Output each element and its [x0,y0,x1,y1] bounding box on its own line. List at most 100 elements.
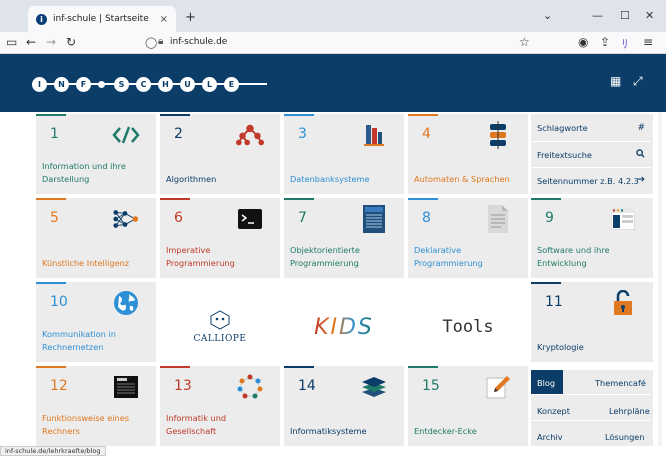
navigation-bar: ▭ ← → ↻ ◯ 🔒︎ inf-schule.de ☆ ◉ ⇪ ﾘ ≡ [0,32,666,54]
bookmark-star-icon[interactable]: ☆ [519,35,530,49]
logo-letter: U [180,76,195,92]
topic-card-6[interactable]: 6 Imperative Programmierung [160,198,280,278]
people-circle-icon [236,374,264,400]
back-icon[interactable]: ← [26,35,36,49]
card-accent [408,366,438,368]
card-label: Kommunikation in Rechnernetzen [42,329,116,352]
page-number-search-input[interactable]: Seitennummer z.B. 4.2.3 [537,176,639,186]
card-label: Informatik und Gesellschaft [166,413,227,436]
topic-card-1[interactable]: 1 Information und ihre Darstellung [36,114,156,194]
site-favicon-icon: i [36,13,47,25]
network-icon [112,206,140,232]
sidebar-toggle-icon[interactable]: ▭ [6,35,17,49]
card-number: 9 [545,210,554,226]
card-number: 8 [422,210,431,226]
address-field[interactable]: inf-schule.de [170,37,227,47]
logo-dot [98,80,105,88]
layers-icon [360,374,388,400]
topic-card-11[interactable]: 11 Kryptologie [531,282,653,362]
tools-tile[interactable]: Tools [408,290,528,364]
card-accent [531,282,561,284]
terminal-icon [236,206,264,232]
loesungen-link[interactable]: Lösungen [605,432,645,442]
close-window-icon[interactable]: ✕ [645,9,654,22]
separator [531,394,651,395]
topic-card-14[interactable]: 14 Informatiksysteme [284,366,404,446]
topic-card-3[interactable]: 3 Datenbanksysteme [284,114,404,194]
separator [531,141,651,142]
card-label: Entdecker-Ecke [414,426,477,436]
card-label: Objektorientierte Programmierung [290,245,360,268]
lock-icon: 🔒︎ [158,36,164,47]
topic-card-13[interactable]: 13 Informatik und Gesellschaft [160,366,280,446]
forward-icon[interactable]: → [46,35,56,49]
tools-label: Tools [442,317,494,337]
inf-schule-logo[interactable]: I N F S C H U L E [32,74,267,94]
class-diagram-icon [360,205,388,233]
page-scrollbar[interactable] [658,112,662,446]
qr-code-icon[interactable]: ▦ [610,74,621,88]
topic-card-10[interactable]: 10 Kommunikation in Rechnernetzen [36,282,156,362]
card-label: Informatiksysteme [290,426,367,436]
arrow-right-icon[interactable]: ➔ [637,175,645,185]
calliope-tile[interactable]: CALLIOPE [160,290,280,364]
lehrplaene-link[interactable]: Lehrpläne [609,406,650,416]
card-number: 5 [50,210,59,226]
automaton-icon [484,121,512,149]
tree-icon [236,122,264,148]
themencafe-link[interactable]: Themencafé [595,378,646,388]
logo-letter: E [224,76,239,92]
topic-card-4[interactable]: 4 Automaten & Sprachen [408,114,528,194]
archiv-link[interactable]: Archiv [537,432,563,442]
card-accent [160,114,190,116]
maximize-icon[interactable]: ☐ [620,9,630,22]
calliope-label: CALLIOPE [193,334,247,344]
separator [531,420,651,421]
reload-icon[interactable]: ↻ [66,35,76,49]
konzept-link[interactable]: Konzept [537,406,570,416]
search-icon [636,149,645,161]
keyword-search-link[interactable]: Schlagworte [537,123,588,133]
search-extension-icon[interactable]: ﾘ [622,35,628,52]
logo-letter: L [202,76,217,92]
logo-letter: I [32,76,47,92]
new-tab-button[interactable]: + [185,10,196,25]
card-number: 14 [298,378,316,394]
fulltext-search-link[interactable]: Freitextsuche [537,150,592,160]
tab-close-icon[interactable]: × [160,14,168,25]
card-label: Funktionsweise eines Rechners [42,413,130,436]
share-icon[interactable]: ⇪ [600,35,610,49]
tab-list-chevron-icon[interactable]: ⌄ [543,9,552,22]
logo-letter: S [114,76,129,92]
topic-card-12[interactable]: 12 Funktionsweise eines Rechners [36,366,156,446]
document-icon [484,205,512,233]
card-number: 11 [545,294,563,310]
extension-icon[interactable]: ◉ [578,35,588,49]
card-label: Deklarative Programmierung [414,245,483,268]
shield-icon[interactable]: ◯ [145,36,157,49]
card-accent [531,198,561,200]
pencil-icon [484,374,512,400]
chip-icon [112,374,140,400]
separator [531,167,651,168]
topic-card-8[interactable]: 8 Deklarative Programmierung [408,198,528,278]
blog-link[interactable]: Blog [537,378,555,388]
topic-card-5[interactable]: 5 Künstliche Intelligenz [36,198,156,278]
logo-letter: H [158,76,173,92]
status-bar-url: inf-schule.de/lehrkraefte/blog [0,446,106,456]
card-label: Algorithmen [166,174,217,184]
browser-tab[interactable]: i inf-schule | Startseite × [28,6,176,32]
card-accent [284,114,314,116]
menu-icon[interactable]: ≡ [643,35,653,49]
kids-tile[interactable]: KIDS [284,290,404,364]
topic-card-15[interactable]: 15 Entdecker-Ecke [408,366,528,446]
hashtag-icon: # [637,123,645,133]
topic-card-9[interactable]: 9 Software und ihre Entwicklung [531,198,653,278]
topic-card-7[interactable]: 7 Objektorientierte Programmierung [284,198,404,278]
topic-card-2[interactable]: 2 Algorithmen [160,114,280,194]
card-label: Datenbanksysteme [290,174,370,184]
tab-title: inf-schule | Startseite [53,14,149,24]
fullscreen-icon[interactable]: ⤢ [633,74,643,89]
card-number: 2 [174,126,183,142]
minimize-icon[interactable]: — [592,9,603,22]
